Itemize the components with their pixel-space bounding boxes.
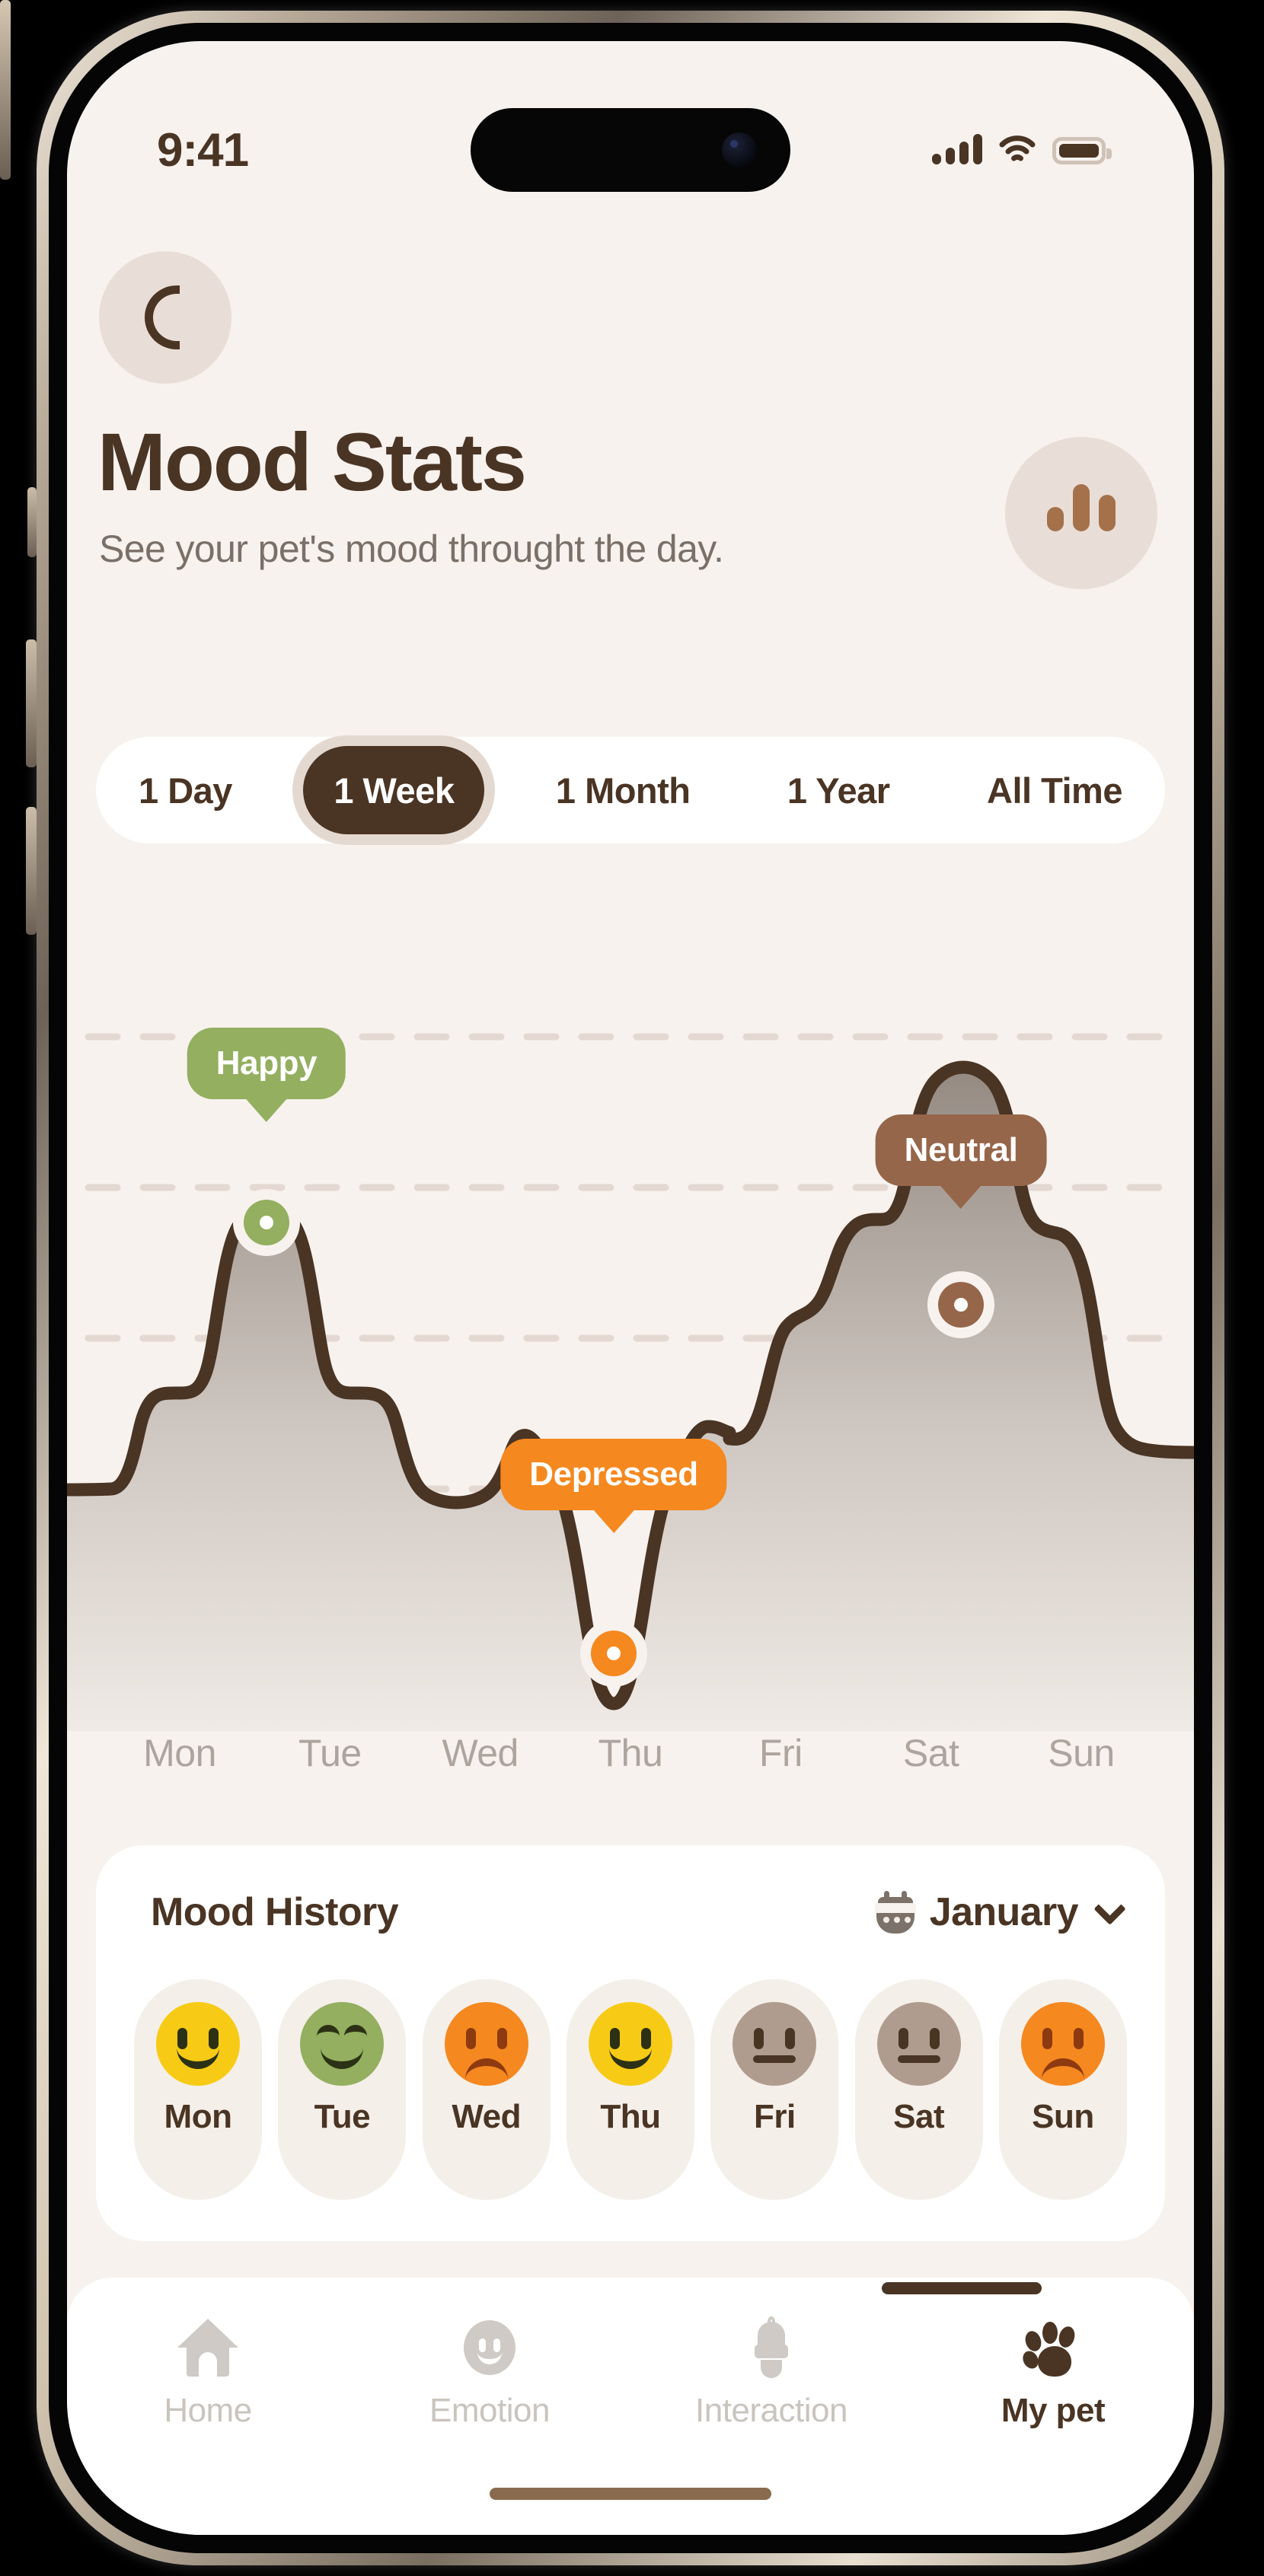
neutral-face-icon xyxy=(733,2002,817,2086)
calendar-icon xyxy=(874,1891,916,1934)
chart-x-axis: Mon Tue Wed Thu Fri Sat Sun xyxy=(67,1731,1194,1775)
mood-day-label: Fri xyxy=(753,2098,796,2135)
tab-1-day[interactable]: 1 Day xyxy=(113,737,258,843)
mood-cell-tue[interactable]: Tue xyxy=(278,1979,407,2200)
house-icon xyxy=(177,2317,238,2378)
tooltip-happy-label: Happy xyxy=(215,1044,318,1082)
x-label-fri: Fri xyxy=(758,1732,803,1774)
nav-label-my-pet: My pet xyxy=(1001,2392,1106,2429)
tooltip-happy[interactable]: Happy xyxy=(187,1028,346,1099)
mood-history-title: Mood History xyxy=(151,1890,399,1934)
nav-item-interaction[interactable]: Interaction xyxy=(657,2316,886,2430)
pet-toy-icon xyxy=(741,2316,802,2378)
mood-day-list: Mon Tue Wed Thu Fri Sat Sun xyxy=(134,1979,1127,2200)
dynamic-island xyxy=(471,108,790,192)
wifi-icon xyxy=(999,135,1036,164)
neutral-face-icon xyxy=(876,2002,961,2086)
x-label-mon: Mon xyxy=(143,1732,216,1774)
sad-face-icon xyxy=(1020,2002,1105,2086)
page-title: Mood Stats xyxy=(97,416,527,508)
back-button[interactable] xyxy=(99,251,231,384)
front-camera-icon xyxy=(722,132,757,167)
bar-chart-button[interactable] xyxy=(1005,437,1157,589)
x-label-wed: Wed xyxy=(442,1732,519,1774)
x-label-tue: Tue xyxy=(298,1732,362,1774)
mood-cell-thu[interactable]: Thu xyxy=(566,1979,694,2200)
mood-chart[interactable]: Happy Neutral Depressed xyxy=(67,1015,1194,1731)
happy-face-icon xyxy=(588,2002,672,2086)
tooltip-neutral-label: Neutral xyxy=(904,1131,1018,1168)
mood-day-label: Mon xyxy=(164,2098,232,2135)
time-range-segmented-control[interactable]: 1 Day 1 Week 1 Month 1 Year All Time xyxy=(96,737,1165,843)
x-label-sat: Sat xyxy=(902,1732,959,1774)
home-indicator[interactable] xyxy=(490,2488,771,2500)
data-point-depressed[interactable] xyxy=(591,1631,637,1676)
cellular-signal-icon xyxy=(932,134,982,164)
mood-day-label: Wed xyxy=(452,2098,521,2135)
mood-cell-wed[interactable]: Wed xyxy=(422,1979,551,2200)
mood-day-label: Thu xyxy=(600,2098,661,2135)
bar-chart-icon xyxy=(1047,507,1064,531)
tooltip-depressed[interactable]: Depressed xyxy=(500,1439,727,1510)
tab-1-year[interactable]: 1 Year xyxy=(761,737,916,843)
month-label: January xyxy=(929,1890,1079,1934)
sheet-drag-handle[interactable] xyxy=(882,2282,1042,2294)
battery-icon xyxy=(1052,137,1112,164)
paw-icon xyxy=(1020,2317,1084,2378)
data-point-happy[interactable] xyxy=(244,1200,289,1245)
tab-1-week[interactable]: 1 Week xyxy=(303,746,485,834)
nav-item-my-pet[interactable]: My pet xyxy=(939,2317,1167,2430)
x-label-thu: Thu xyxy=(598,1732,663,1774)
month-selector[interactable]: January xyxy=(874,1889,1126,1935)
tooltip-depressed-label: Depressed xyxy=(529,1455,698,1493)
nav-label-interaction: Interaction xyxy=(695,2392,847,2429)
silent-switch[interactable] xyxy=(27,487,37,557)
tab-all-time[interactable]: All Time xyxy=(961,737,1148,843)
nav-item-home[interactable]: Home xyxy=(94,2317,322,2430)
back-arrow-icon xyxy=(145,285,180,349)
mood-history-header: Mood History January xyxy=(151,1882,1126,1943)
happy-face-icon xyxy=(156,2002,240,2086)
sad-face-icon xyxy=(444,2002,528,2086)
mood-cell-fri[interactable]: Fri xyxy=(710,1979,839,2200)
status-time: 9:41 xyxy=(157,124,249,177)
mood-history-card: Mood History January Mon Tue Wed Thu Fri… xyxy=(96,1845,1165,2241)
status-icons xyxy=(932,134,1112,164)
volume-up-button[interactable] xyxy=(26,639,37,767)
tooltip-neutral[interactable]: Neutral xyxy=(875,1114,1047,1186)
tab-1-month[interactable]: 1 Month xyxy=(530,737,717,843)
mood-day-label: Sun xyxy=(1032,2098,1094,2135)
smiley-icon xyxy=(459,2317,520,2378)
phone-screen: 9:41 Mood Stats See your pet's mood thro… xyxy=(67,41,1194,2535)
nav-item-emotion[interactable]: Emotion xyxy=(375,2317,604,2430)
data-point-neutral[interactable] xyxy=(938,1282,984,1328)
mood-cell-sun[interactable]: Sun xyxy=(998,1979,1127,2200)
mood-day-label: Tue xyxy=(314,2098,371,2135)
x-label-sun: Sun xyxy=(1048,1732,1115,1774)
volume-down-button[interactable] xyxy=(26,807,37,935)
nav-label-emotion: Emotion xyxy=(429,2392,550,2429)
page-subtitle: See your pet's mood throught the day. xyxy=(99,528,724,570)
screenshot-root: 9:41 Mood Stats See your pet's mood thro… xyxy=(0,0,1264,2576)
mood-day-label: Sat xyxy=(893,2098,945,2135)
power-button[interactable] xyxy=(0,0,11,180)
chevron-down-icon[interactable] xyxy=(1093,1892,1126,1925)
mood-cell-mon[interactable]: Mon xyxy=(134,1979,262,2200)
mood-cell-sat[interactable]: Sat xyxy=(854,1979,983,2200)
nav-label-home: Home xyxy=(164,2392,252,2429)
joyful-face-icon xyxy=(300,2002,385,2086)
